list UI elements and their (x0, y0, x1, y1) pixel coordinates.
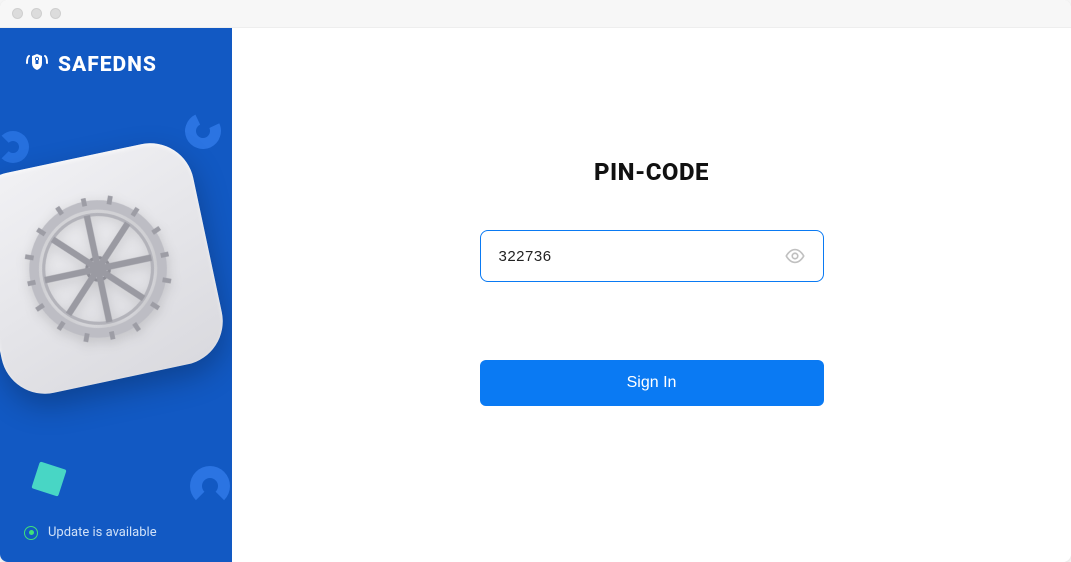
decoration-ring-icon (0, 131, 29, 163)
content-area: SAFEDNS (0, 28, 1071, 562)
decoration-ring-icon (180, 108, 226, 154)
pin-input[interactable] (499, 248, 773, 265)
brand-logo: SAFEDNS (0, 28, 232, 80)
page-title: PIN-CODE (594, 158, 709, 186)
decoration-ring-icon (190, 466, 230, 506)
gear-tile (0, 135, 231, 402)
minimize-window-button[interactable] (31, 8, 42, 19)
pin-field[interactable] (480, 230, 824, 282)
update-status-label: Update is available (48, 525, 157, 540)
gear-icon (3, 174, 193, 364)
maximize-window-button[interactable] (50, 8, 61, 19)
shield-icon (24, 50, 50, 80)
signin-button[interactable]: Sign In (480, 360, 824, 406)
decoration-square-icon (31, 461, 66, 496)
window-controls (12, 8, 61, 19)
sidebar-decoration (0, 28, 232, 562)
sidebar: SAFEDNS (0, 28, 232, 562)
update-status[interactable]: Update is available (0, 525, 232, 562)
close-window-button[interactable] (12, 8, 23, 19)
main-panel: PIN-CODE Sign In (232, 28, 1071, 562)
app-window: SAFEDNS (0, 0, 1071, 562)
titlebar (0, 0, 1071, 28)
status-indicator-icon (24, 526, 38, 540)
brand-name: SAFEDNS (58, 53, 157, 77)
eye-icon (784, 245, 806, 267)
toggle-visibility-button[interactable] (783, 244, 807, 268)
